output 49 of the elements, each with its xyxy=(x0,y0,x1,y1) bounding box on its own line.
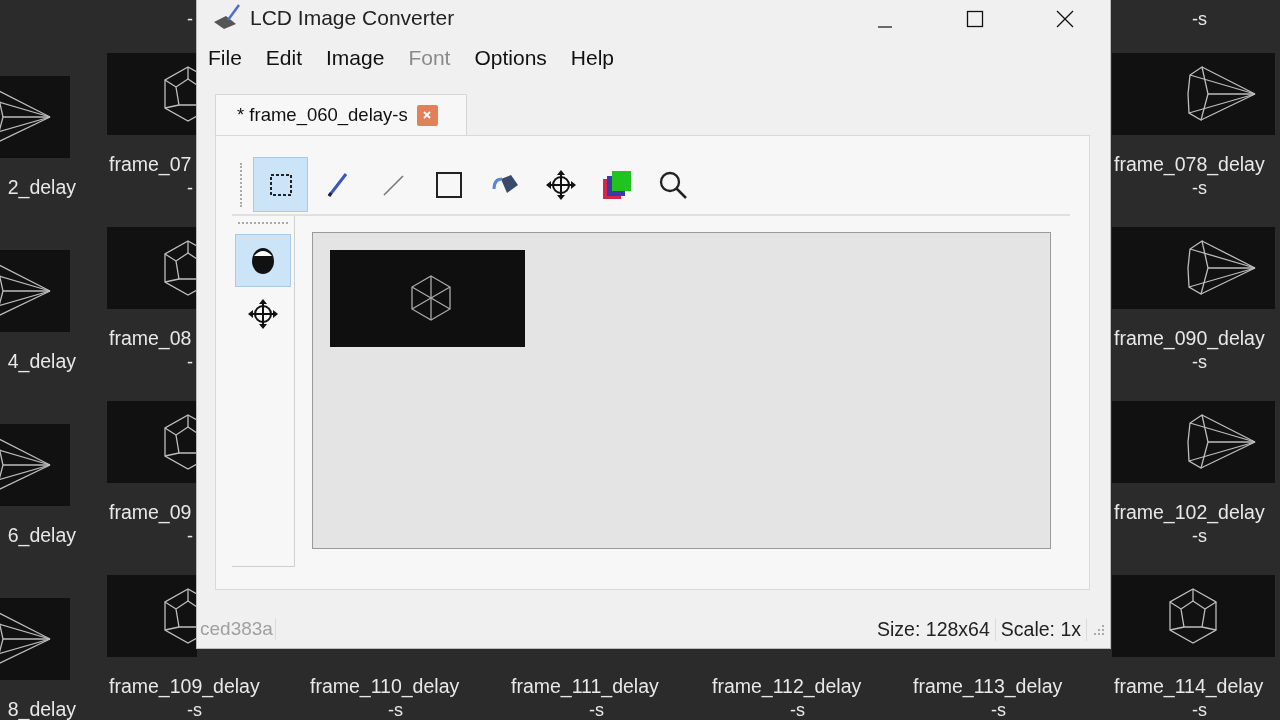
tool-button[interactable] xyxy=(253,157,308,213)
file-name[interactable]: -s xyxy=(1112,526,1207,546)
close-icon[interactable] xyxy=(416,104,438,126)
file-name[interactable]: frame_07 xyxy=(107,153,192,175)
menu-item[interactable]: Edit xyxy=(265,46,315,71)
file-name[interactable]: 8_delay xyxy=(5,698,107,720)
file-name[interactable]: -s xyxy=(107,700,202,720)
file-name[interactable]: frame_114_delay xyxy=(1112,675,1264,697)
size-grip-icon xyxy=(1091,622,1105,637)
status-text: ced383a xyxy=(200,618,276,641)
file-name[interactable]: frame_112_delay xyxy=(710,675,862,697)
file-name[interactable]: frame_113_delay xyxy=(911,675,1063,697)
file-name[interactable]: 6_delay xyxy=(5,524,107,546)
file-name[interactable]: frame_090_delay xyxy=(1112,327,1265,349)
file-name[interactable]: frame_102_delay xyxy=(1112,501,1265,523)
file-name[interactable]: frame_109_delay xyxy=(107,675,260,697)
file-name[interactable]: -s xyxy=(1112,352,1207,372)
file-name[interactable]: frame_08 xyxy=(107,327,192,349)
file-name[interactable]: frame_110_delay xyxy=(308,675,460,697)
file-name[interactable]: - xyxy=(107,526,193,546)
file-name[interactable]: -s xyxy=(308,700,403,720)
menu-item[interactable]: File xyxy=(208,46,254,71)
file-name[interactable]: 4_delay xyxy=(5,350,107,372)
file-name[interactable]: -s xyxy=(911,700,1006,720)
menu-item[interactable]: Options xyxy=(474,46,559,71)
menu-item[interactable]: Image xyxy=(326,46,397,71)
maximize-icon xyxy=(966,9,984,28)
file-name[interactable]: -s xyxy=(1112,9,1280,29)
file-name[interactable]: 2_delay xyxy=(5,176,107,198)
window-title: LCD Image Converter xyxy=(250,5,455,31)
file-name[interactable]: -s xyxy=(1112,178,1207,198)
file-name[interactable]: frame_111_delay xyxy=(509,675,659,697)
file-name[interactable]: frame_078_delay xyxy=(1112,153,1265,175)
move-icon xyxy=(247,297,279,330)
file-name[interactable]: -s xyxy=(710,700,805,720)
file-name[interactable]: - xyxy=(107,352,193,372)
close-icon xyxy=(1056,9,1074,28)
tool-button[interactable] xyxy=(235,234,291,288)
status-text: Size: 128x64 xyxy=(872,617,996,641)
minimize-icon xyxy=(877,25,893,28)
file-name[interactable]: - xyxy=(107,178,193,198)
file-name[interactable]: -s xyxy=(1112,700,1207,720)
colors-icon xyxy=(600,168,633,201)
status-text: Scale: 1x xyxy=(995,617,1087,641)
move-icon xyxy=(544,168,577,201)
document-tab[interactable]: * frame_060_delay-s xyxy=(215,94,467,136)
file-name[interactable]: -s xyxy=(509,700,604,720)
menu-item[interactable]: Help xyxy=(570,46,626,71)
file-name[interactable]: frame_09 xyxy=(107,501,192,523)
